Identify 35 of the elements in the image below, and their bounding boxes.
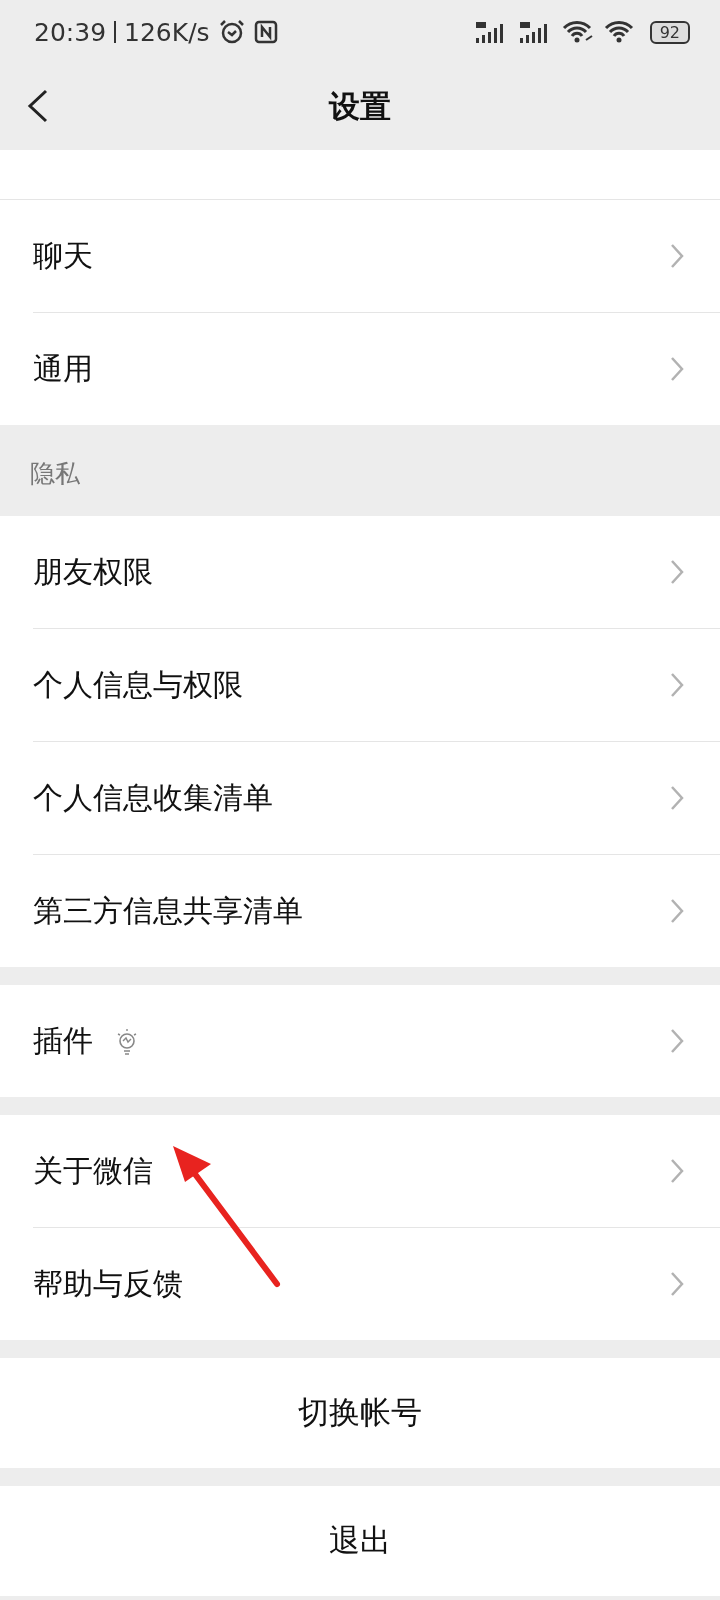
network-speed: 126K/s [124,17,210,47]
battery-indicator: 92 [649,20,690,44]
item-label: 关于微信 [33,1151,153,1190]
chevron-right-icon [670,356,684,382]
action-button[interactable]: 切换帐号 [0,1358,720,1468]
chevron-right-icon [670,785,684,811]
chevron-right-icon [670,1028,684,1054]
settings-item[interactable]: 通用 [33,313,720,425]
item-label: 帮助与反馈 [33,1264,183,1303]
section-label: 隐私 [29,458,81,490]
item-label: 朋友权限 [33,552,153,591]
settings-item[interactable]: 朋友权限 [33,516,720,629]
settings-item[interactable]: 第三方信息共享清单 [33,855,720,967]
item-label: 插件 [33,1021,93,1060]
item-label: 聊天 [33,236,93,275]
item-label: 个人信息收集清单 [33,778,273,817]
item-label: 个人信息与权限 [33,665,243,704]
item-label: 通用 [33,349,93,388]
back-icon[interactable] [26,88,50,124]
action-button[interactable]: 退出 [0,1486,720,1596]
nfc-icon [253,20,278,44]
chevron-right-icon [670,1158,684,1184]
settings-item[interactable]: 聊天 [33,200,720,313]
chevron-right-icon [670,1271,684,1297]
chevron-right-icon [670,898,684,924]
chevron-right-icon [670,243,684,269]
lightbulb-icon [115,1026,139,1056]
settings-item[interactable]: 帮助与反馈 [33,1228,720,1340]
chevron-right-icon [670,672,684,698]
chevron-right-icon [670,559,684,585]
status-time: 20:39 [34,17,107,47]
page-title: 设置 [329,87,391,126]
item-label: 第三方信息共享清单 [33,891,303,930]
settings-item[interactable]: 个人信息收集清单 [33,742,720,855]
settings-item[interactable]: 个人信息与权限 [33,629,720,742]
